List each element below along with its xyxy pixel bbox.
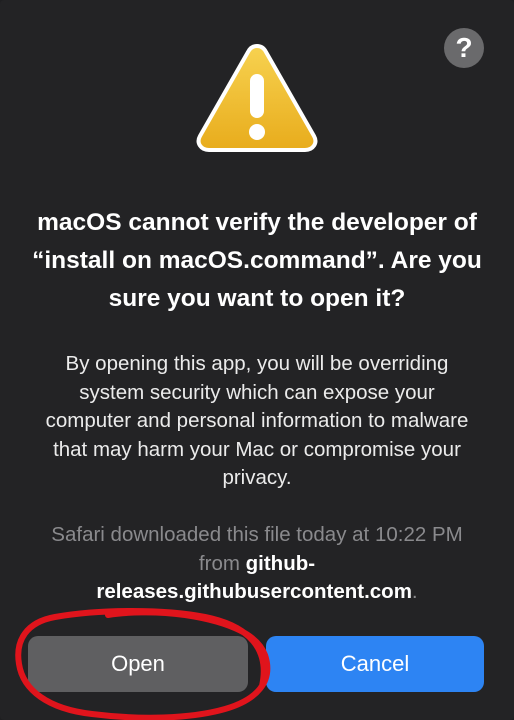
cancel-button[interactable]: Cancel — [266, 636, 484, 692]
security-warning-dialog: ? macOS cannot verify the developer of “… — [0, 0, 514, 720]
download-source-info: Safari downloaded this file today at 10:… — [40, 521, 474, 607]
help-button[interactable]: ? — [444, 28, 484, 68]
download-source-suffix: . — [411, 580, 418, 603]
dialog-title: macOS cannot verify the developer of “in… — [32, 209, 482, 312]
help-icon: ? — [455, 32, 473, 63]
warning-icon — [196, 44, 318, 152]
download-source-host: github-releases.githubusercontent.com — [96, 551, 412, 604]
open-button[interactable]: Open — [28, 636, 248, 692]
dialog-message: By opening this app, you will be overrid… — [45, 352, 469, 489]
